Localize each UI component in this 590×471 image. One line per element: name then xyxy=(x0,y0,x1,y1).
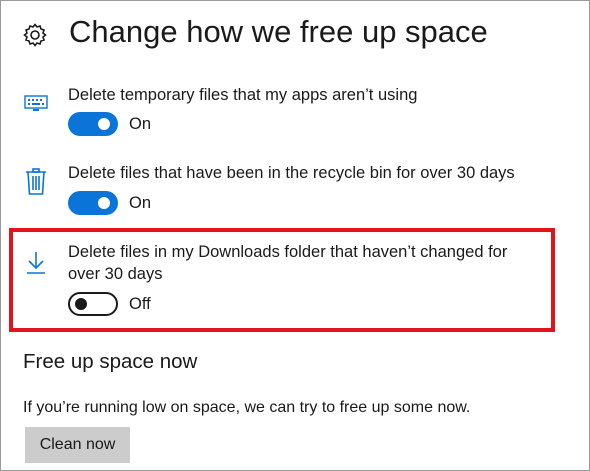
toggle-knob xyxy=(75,298,87,310)
setting-recycle-bin-label: Delete files that have been in the recyc… xyxy=(68,164,515,182)
temp-files-toggle[interactable] xyxy=(68,112,118,136)
trash-icon xyxy=(25,168,47,201)
gear-icon xyxy=(22,22,48,48)
toggle-knob xyxy=(98,118,110,130)
clean-now-button[interactable]: Clean now xyxy=(25,427,130,463)
section-description: If you’re running low on space, we can t… xyxy=(23,399,471,416)
section-title: Free up space now xyxy=(23,350,198,373)
downloads-toggle-state: Off xyxy=(129,295,151,313)
download-icon xyxy=(26,251,46,280)
toggle-knob xyxy=(98,197,110,209)
recycle-bin-toggle[interactable] xyxy=(68,191,118,215)
setting-downloads-label: Delete files in my Downloads folder that… xyxy=(68,243,508,283)
downloads-toggle[interactable] xyxy=(68,292,118,316)
recycle-bin-toggle-state: On xyxy=(129,194,152,212)
setting-temp-files-label: Delete temporary files that my apps aren… xyxy=(68,86,418,104)
page-title: Change how we free up space xyxy=(69,14,488,49)
keyboard-icon xyxy=(24,95,48,118)
temp-files-toggle-state: On xyxy=(129,115,152,133)
